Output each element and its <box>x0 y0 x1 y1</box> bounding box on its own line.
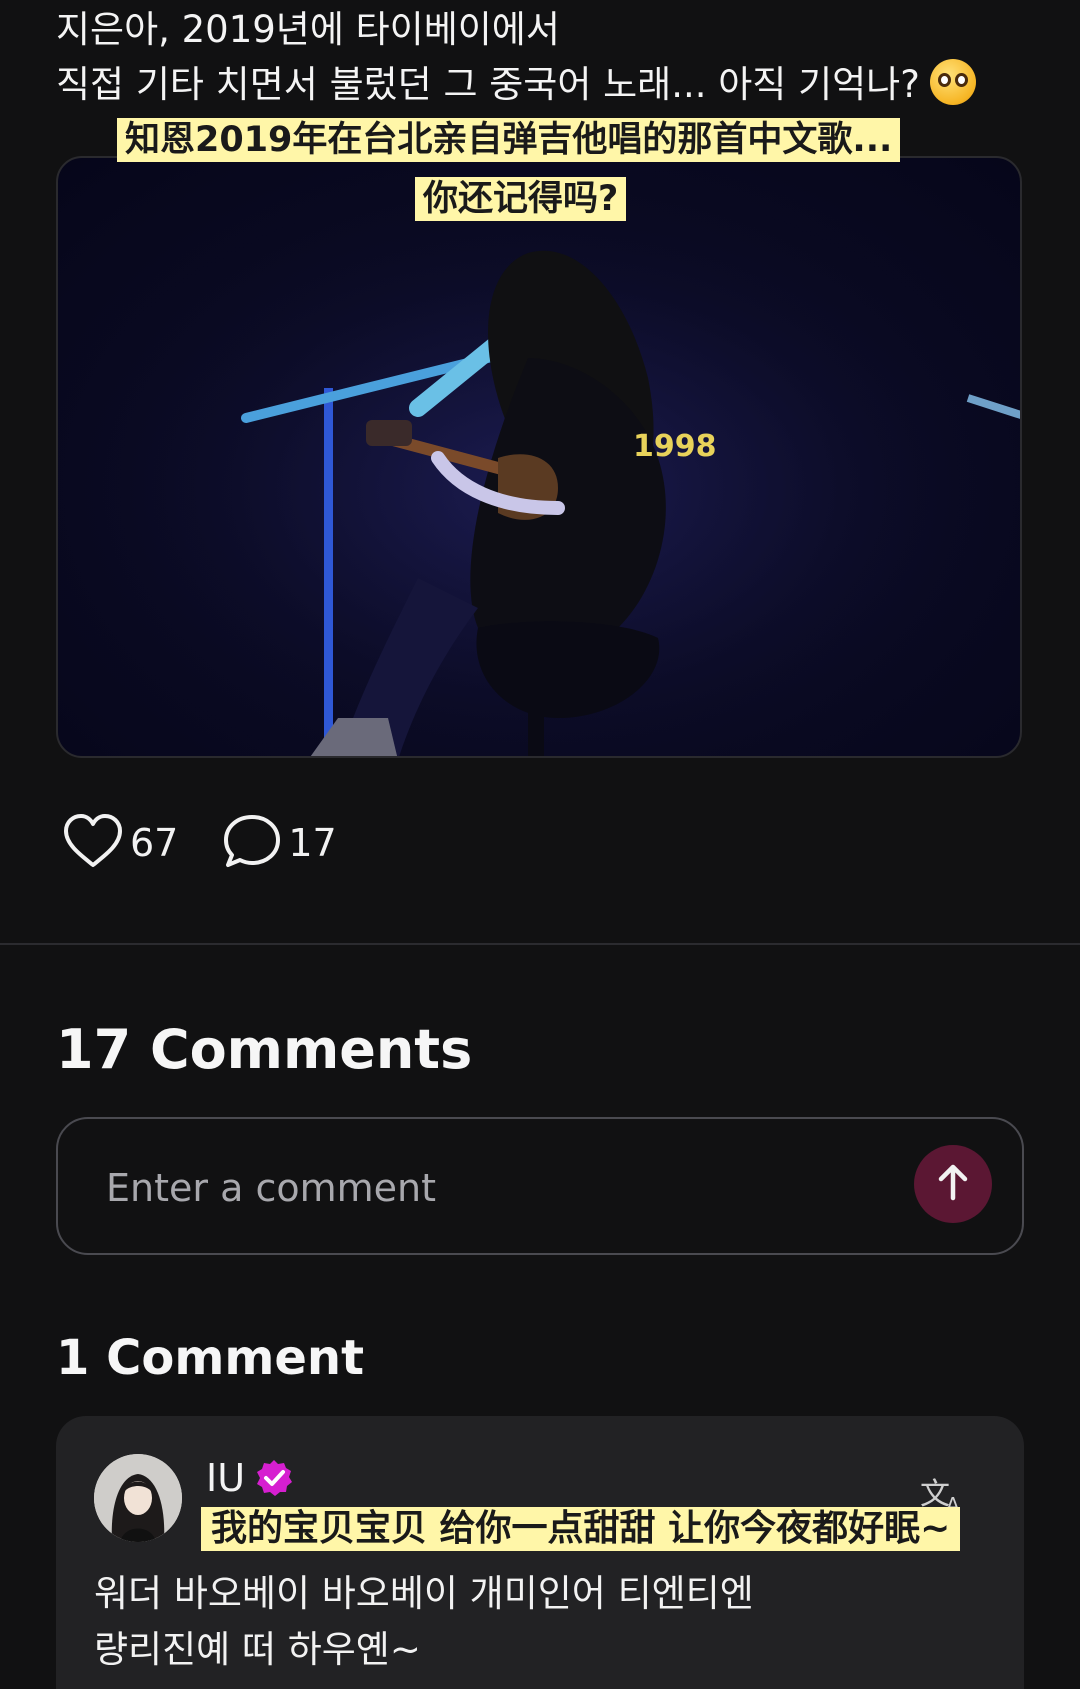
post-text-content: 직접 기타 치면서 불렀던 그 중국어 노래... 아직 기억나? <box>56 63 920 106</box>
post-text-line: 직접 기타 치면서 불렀던 그 중국어 노래... 아직 기억나? <box>56 57 1016 112</box>
arrow-up-icon <box>936 1162 970 1206</box>
subtitle-caption: 知恩2019年在台北亲自弹吉他唱的那首中文歌... <box>117 118 901 162</box>
comment-count: 17 <box>288 821 337 865</box>
subtitle-caption: 我的宝贝宝贝 给你一点甜甜 让你今夜都好眠~ <box>201 1507 961 1551</box>
verified-badge-icon <box>254 1458 294 1502</box>
comment-card: IU 文 A 我的宝贝宝贝 给你一点甜甜 让你今夜都好眠~ 워더 바오베이 바오… <box>56 1416 1024 1689</box>
subtitle-caption: 你还记得吗? <box>415 177 627 221</box>
comment-text: 워더 바오베이 바오베이 개미인어 티엔티엔 량리진예 떠 하우옌~ <box>94 1566 974 1678</box>
speech-bubble-icon <box>222 813 282 873</box>
comment-username[interactable]: IU <box>206 1456 245 1500</box>
divider <box>0 943 1080 945</box>
comment-text-line: 워더 바오베이 바오베이 개미인어 티엔티엔 <box>94 1572 754 1615</box>
post-text-line: 지은아, 2019년에 타이베이에서 <box>56 8 560 51</box>
svg-text:1998: 1998 <box>633 429 717 464</box>
comment-text-line: 량리진예 떠 하우옌~ <box>94 1628 421 1671</box>
comment-composer <box>56 1117 1024 1255</box>
thread-heading: 1 Comment <box>56 1330 365 1386</box>
avatar[interactable] <box>94 1454 182 1542</box>
comment-button[interactable]: 17 <box>222 813 337 873</box>
heart-icon <box>62 813 124 873</box>
post-image[interactable]: 1998 <box>56 156 1022 758</box>
post-text: 지은아, 2019년에 타이베이에서 직접 기타 치면서 불렀던 그 중국어 노… <box>56 2 1016 112</box>
send-comment-button[interactable] <box>914 1145 992 1223</box>
like-button[interactable]: 67 <box>62 813 178 873</box>
pleading-face-emoji-icon <box>929 59 976 105</box>
comment-input[interactable] <box>104 1155 868 1221</box>
like-count: 67 <box>130 821 179 865</box>
post-detail-page: 지은아, 2019년에 타이베이에서 직접 기타 치면서 불렀던 그 중국어 노… <box>0 0 1080 1689</box>
comments-heading: 17 Comments <box>56 1018 473 1081</box>
concert-photo-illustration: 1998 <box>58 158 1020 756</box>
post-actions: 67 17 <box>62 812 381 874</box>
